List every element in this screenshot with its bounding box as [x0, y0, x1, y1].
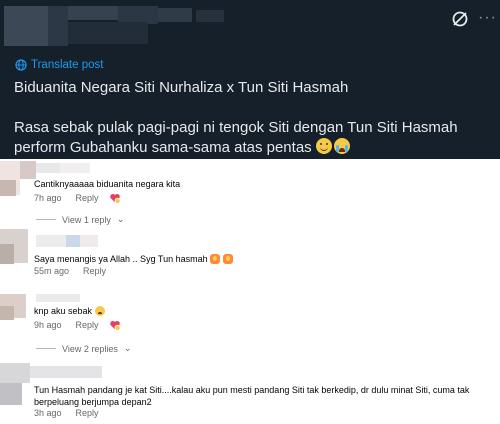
love-reaction-icon[interactable] [109, 192, 121, 204]
post-body-text: Rasa sebak pulak pagi-pagi ni tengok Sit… [14, 119, 458, 156]
translate-icon [15, 59, 27, 71]
pixelated-block [0, 383, 22, 405]
pixelated-block [0, 180, 16, 196]
comment-author-pixelated[interactable] [30, 366, 102, 378]
translate-label: Translate post [31, 59, 104, 71]
comment-text: Saya menangis ya Allah .. Syg Tun hasmah [34, 253, 233, 265]
emoji-icon [210, 254, 221, 264]
comment-time: 7h ago [34, 193, 62, 203]
reply-button[interactable]: Reply [76, 320, 99, 330]
pixelated-block [196, 10, 224, 22]
chevron-down-icon: ⌄ [123, 343, 132, 353]
grok-icon[interactable] [450, 9, 470, 29]
comment-text-body: knp aku sebak [34, 306, 93, 316]
translate-post-link[interactable]: Translate post [15, 59, 103, 71]
comment-time: 3h ago [34, 408, 62, 418]
reply-button[interactable]: Reply [76, 408, 99, 418]
pixelated-block [158, 8, 192, 22]
comment-author-pixelated[interactable] [36, 163, 60, 173]
post-card: ··· Translate post Biduanita Negara Siti… [0, 0, 500, 159]
comment-text-body: Saya menangis ya Allah .. Syg Tun hasmah [34, 254, 208, 264]
smiling-face-emoji [315, 138, 332, 154]
comment-time: 9h ago [34, 320, 62, 330]
post-title: Biduanita Negara Siti Nurhaliza x Tun Si… [14, 79, 349, 96]
comment-meta: 3h ago Reply [34, 408, 99, 418]
author-name-pixelated[interactable] [68, 6, 118, 20]
view-replies-label: View 1 reply [62, 214, 111, 225]
comment-author-pixelated[interactable] [36, 235, 66, 247]
more-icon[interactable]: ··· [478, 10, 497, 26]
reply-button[interactable]: Reply [83, 266, 106, 276]
divider [36, 219, 56, 220]
comment-text: Cantiknyaaaaa biduanita negara kita [34, 179, 181, 189]
pixelated-block [60, 163, 90, 173]
crying-face-emoji [333, 138, 350, 154]
author-avatar-pixelated[interactable] [4, 6, 48, 46]
comment-avatar-pixelated[interactable] [0, 363, 30, 383]
comment-meta: 9h ago Reply [34, 320, 99, 330]
emoji-icon [222, 254, 233, 264]
view-replies-label: View 2 replies [62, 343, 118, 354]
pixelated-block [48, 6, 68, 46]
view-replies-link[interactable]: View 1 reply ⌄ [36, 214, 124, 225]
comment-meta: 55m ago Reply [34, 266, 106, 276]
comment-text: Tun Hasmah pandang je kat Siti....kalau … [34, 385, 470, 407]
view-replies-link[interactable]: View 2 replies ⌄ [36, 343, 131, 354]
reply-button[interactable]: Reply [76, 193, 99, 203]
comment-text: knp aku sebak [34, 305, 105, 317]
pixelated-block [20, 161, 36, 179]
pixelated-block [66, 235, 80, 247]
post-body: Rasa sebak pulak pagi-pagi ni tengok Sit… [14, 118, 494, 158]
chevron-down-icon: ⌄ [116, 214, 125, 224]
pixelated-block [0, 244, 14, 264]
love-reaction-icon[interactable] [109, 319, 121, 331]
divider [36, 348, 56, 349]
pixelated-block [80, 235, 98, 247]
pixelated-block [0, 306, 14, 320]
comment-author-pixelated[interactable] [36, 294, 80, 302]
comment-meta: 7h ago Reply [34, 193, 99, 203]
comment-time: 55m ago [34, 266, 70, 276]
emoji-icon [94, 306, 105, 316]
author-handle-pixelated [68, 22, 148, 44]
